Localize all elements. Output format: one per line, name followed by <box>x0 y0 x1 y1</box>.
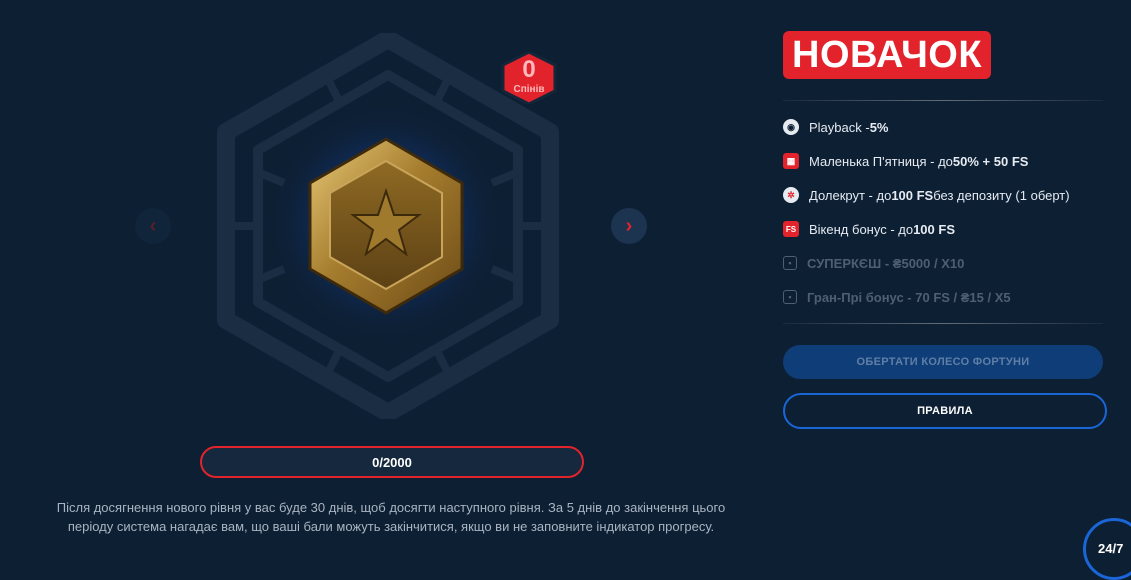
perk-text: Долекрут - до <box>809 187 892 203</box>
perk-value: 5% <box>869 119 889 135</box>
level-name: НОВАЧОК <box>783 31 992 79</box>
perk-playback: ◉ Playback - 5% <box>783 116 889 138</box>
level-description: Після досягнення нового рівня у вас буде… <box>56 500 726 534</box>
perk-text: Маленька П'ятниця - до <box>809 153 953 169</box>
spins-label: Спінів <box>513 84 545 95</box>
perk-text: Playback - <box>809 119 870 135</box>
perk-weekend-bonus: FS Вікенд бонус - до 100 FS <box>783 218 955 240</box>
perk-text: Вікенд бонус - до <box>809 221 914 237</box>
perk-value: 100 FS <box>891 187 934 203</box>
perk-tail: без депозиту (1 оберт) <box>933 187 1070 203</box>
perk-little-friday: ▦ Маленька П'ятниця - до 50% + 50 FS <box>783 150 1028 172</box>
rules-button[interactable]: ПРАВИЛА <box>783 393 1107 429</box>
spins-counter: 0 Спінів <box>499 52 559 104</box>
support-chat-button[interactable]: 24/7 <box>1083 518 1131 580</box>
perk-text: Гран-Прі бонус - 70 FS / ₴15 / X5 <box>807 289 1011 305</box>
level-progress-bar: 0/2000 <box>200 446 584 478</box>
divider <box>783 100 1103 101</box>
perk-grand-prix-locked: ▪ Гран-Прі бонус - 70 FS / ₴15 / X5 <box>783 286 1011 308</box>
level-showcase: ‹ › 0 Спінів 0/2000 Після досягнення нов… <box>0 0 760 564</box>
spin-wheel-button[interactable]: ОБЕРТАТИ КОЛЕСО ФОРТУНИ <box>783 345 1103 379</box>
playback-icon: ◉ <box>783 119 799 135</box>
perk-dolekrut: ✲ Долекрут - до 100 FS без депозиту (1 о… <box>783 184 1070 206</box>
lock-icon: ▪ <box>783 256 797 270</box>
divider <box>783 323 1103 324</box>
perk-text: СУПЕРКЄШ - ₴5000 / X10 <box>807 255 965 271</box>
wheel-icon: ✲ <box>783 187 799 203</box>
spins-count: 0 <box>522 56 536 83</box>
calendar-icon: ▦ <box>783 153 799 169</box>
next-level-button[interactable]: › <box>611 208 647 244</box>
support-label: 24/7 <box>1098 541 1124 556</box>
previous-level-button[interactable]: ‹ <box>135 208 171 244</box>
lock-icon: ▪ <box>783 290 797 304</box>
chevron-left-icon: ‹ <box>149 214 157 237</box>
perk-value: 50% + 50 FS <box>952 153 1029 169</box>
perk-value: 100 FS <box>913 221 955 237</box>
level-panel: НОВАЧОК ◉ Playback - 5% ▦ Маленька П'ятн… <box>783 0 1107 564</box>
fs-icon: FS <box>783 221 799 237</box>
progress-text: 0/2000 <box>372 454 412 470</box>
chevron-right-icon: › <box>625 214 633 237</box>
perk-supercash-locked: ▪ СУПЕРКЄШ - ₴5000 / X10 <box>783 252 964 274</box>
